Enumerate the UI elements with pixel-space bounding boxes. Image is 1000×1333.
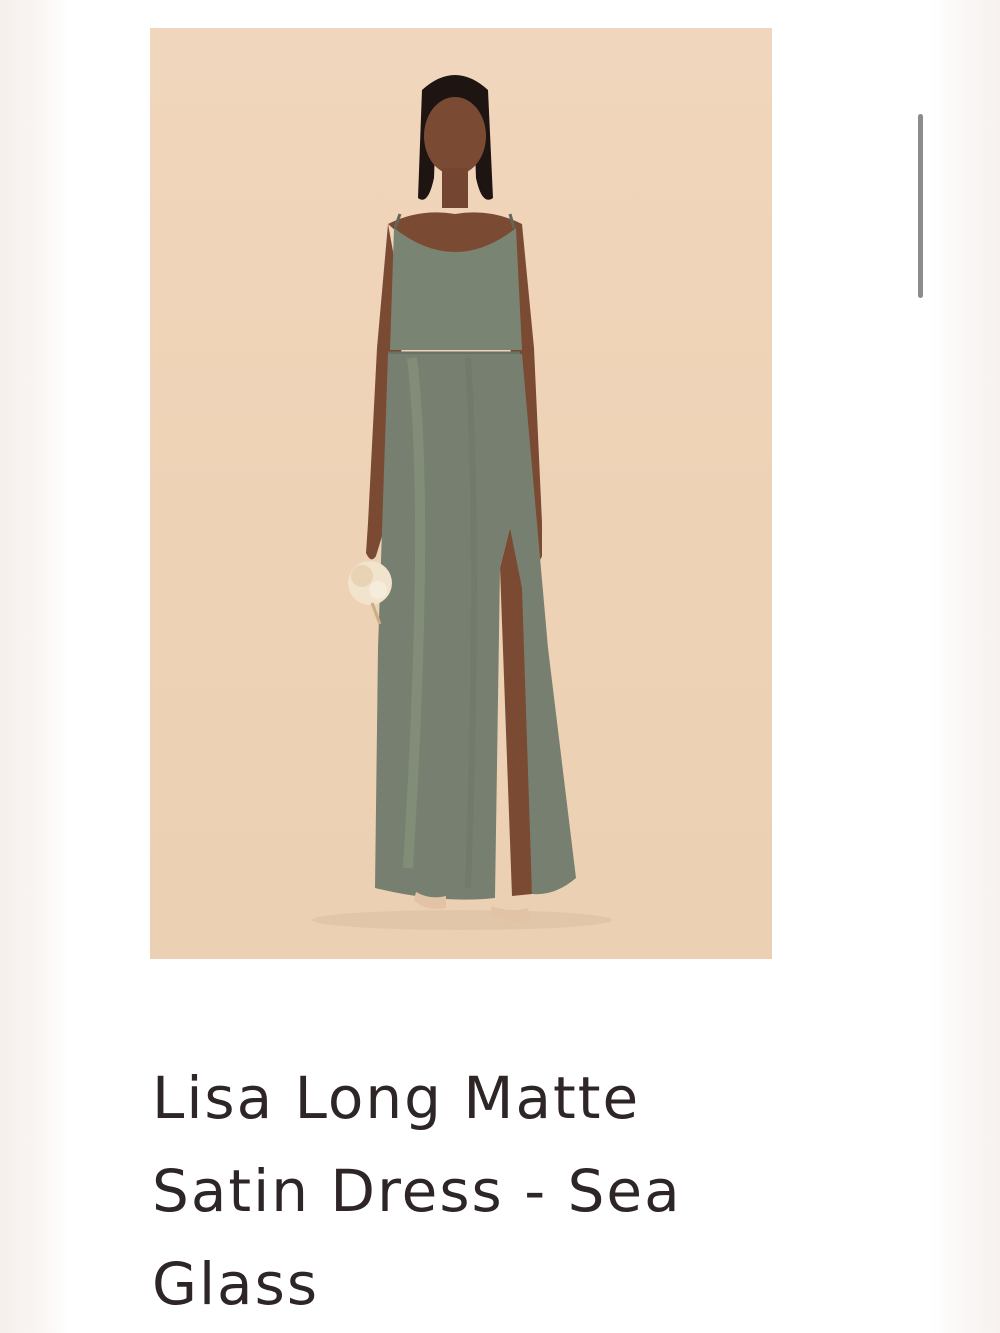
page-edge-left (0, 0, 68, 1333)
product-title: Lisa Long Matte Satin Dress - Sea Glass (152, 1064, 682, 1318)
vertical-scrollbar[interactable] (918, 114, 925, 298)
model-illustration (312, 75, 612, 930)
page-edge-right (930, 0, 1000, 1333)
product-image[interactable] (150, 28, 772, 959)
scrollbar-thumb[interactable] (918, 114, 923, 298)
